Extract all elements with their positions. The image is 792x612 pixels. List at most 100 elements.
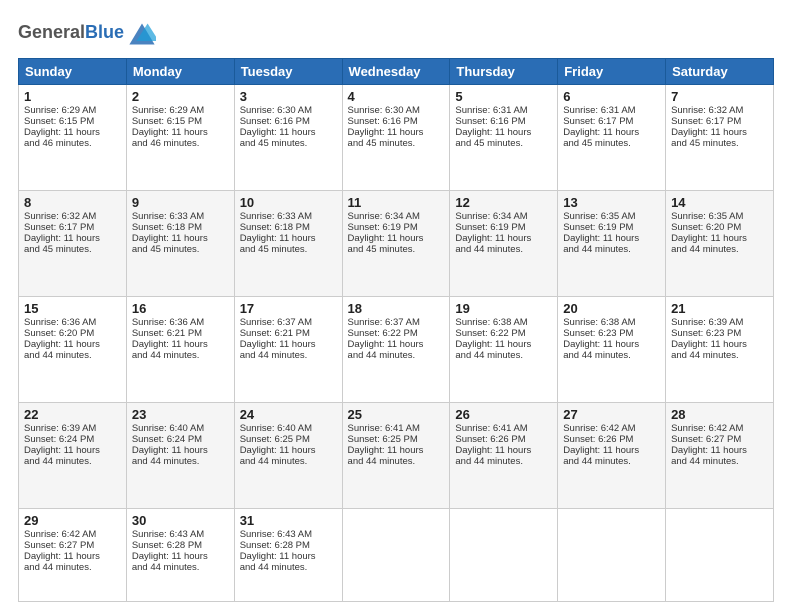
day-info-line: Sunrise: 6:39 AM [24,423,121,434]
day-info-line: Daylight: 11 hours [455,127,552,138]
day-number: 21 [671,301,768,316]
calendar-cell: 3Sunrise: 6:30 AMSunset: 6:16 PMDaylight… [234,85,342,191]
day-number: 28 [671,407,768,422]
day-info-line: and 45 minutes. [24,244,121,255]
day-info-line: and 45 minutes. [455,138,552,149]
day-info-line: Daylight: 11 hours [563,127,660,138]
day-info-line: and 44 minutes. [671,456,768,467]
day-info-line: Sunset: 6:24 PM [24,434,121,445]
day-info-line: Sunrise: 6:42 AM [671,423,768,434]
header: GeneralBlue [18,18,774,48]
day-info-line: Daylight: 11 hours [671,339,768,350]
day-info-line: Sunset: 6:18 PM [132,222,229,233]
day-info-line: Sunrise: 6:36 AM [132,317,229,328]
calendar-cell: 8Sunrise: 6:32 AMSunset: 6:17 PMDaylight… [19,190,127,296]
day-number: 2 [132,89,229,104]
day-info-line: Sunrise: 6:38 AM [563,317,660,328]
day-info-line: Sunset: 6:16 PM [348,116,445,127]
calendar-week-1: 1Sunrise: 6:29 AMSunset: 6:15 PMDaylight… [19,85,774,191]
day-info-line: Daylight: 11 hours [24,233,121,244]
day-info-line: Sunset: 6:22 PM [348,328,445,339]
calendar-cell: 17Sunrise: 6:37 AMSunset: 6:21 PMDayligh… [234,296,342,402]
day-info-line: Sunset: 6:18 PM [240,222,337,233]
day-info-line: Daylight: 11 hours [348,339,445,350]
day-info-line: and 45 minutes. [348,138,445,149]
calendar-cell: 15Sunrise: 6:36 AMSunset: 6:20 PMDayligh… [19,296,127,402]
day-info-line: and 45 minutes. [240,138,337,149]
calendar-cell: 29Sunrise: 6:42 AMSunset: 6:27 PMDayligh… [19,508,127,601]
calendar-cell: 7Sunrise: 6:32 AMSunset: 6:17 PMDaylight… [666,85,774,191]
day-number: 8 [24,195,121,210]
calendar-cell: 16Sunrise: 6:36 AMSunset: 6:21 PMDayligh… [126,296,234,402]
day-number: 19 [455,301,552,316]
day-info-line: and 44 minutes. [563,350,660,361]
calendar-week-2: 8Sunrise: 6:32 AMSunset: 6:17 PMDaylight… [19,190,774,296]
day-info-line: Daylight: 11 hours [132,339,229,350]
day-info-line: Daylight: 11 hours [132,127,229,138]
day-info-line: and 44 minutes. [563,456,660,467]
day-info-line: Sunset: 6:28 PM [240,540,337,551]
calendar-cell [558,508,666,601]
day-info-line: and 46 minutes. [132,138,229,149]
calendar-week-3: 15Sunrise: 6:36 AMSunset: 6:20 PMDayligh… [19,296,774,402]
calendar-cell: 14Sunrise: 6:35 AMSunset: 6:20 PMDayligh… [666,190,774,296]
calendar-cell: 31Sunrise: 6:43 AMSunset: 6:28 PMDayligh… [234,508,342,601]
calendar-week-5: 29Sunrise: 6:42 AMSunset: 6:27 PMDayligh… [19,508,774,601]
day-number: 7 [671,89,768,104]
calendar-cell: 27Sunrise: 6:42 AMSunset: 6:26 PMDayligh… [558,402,666,508]
day-number: 1 [24,89,121,104]
calendar-cell: 20Sunrise: 6:38 AMSunset: 6:23 PMDayligh… [558,296,666,402]
day-info-line: Daylight: 11 hours [455,233,552,244]
calendar-cell: 12Sunrise: 6:34 AMSunset: 6:19 PMDayligh… [450,190,558,296]
day-info-line: Sunset: 6:20 PM [24,328,121,339]
day-info-line: Sunset: 6:21 PM [240,328,337,339]
day-info-line: Daylight: 11 hours [455,339,552,350]
day-info-line: Sunrise: 6:32 AM [671,105,768,116]
day-header-thursday: Thursday [450,59,558,85]
day-info-line: Daylight: 11 hours [240,233,337,244]
day-info-line: Sunset: 6:21 PM [132,328,229,339]
day-info-line: Sunrise: 6:29 AM [24,105,121,116]
day-info-line: Daylight: 11 hours [348,127,445,138]
calendar-cell: 25Sunrise: 6:41 AMSunset: 6:25 PMDayligh… [342,402,450,508]
day-info-line: Sunset: 6:22 PM [455,328,552,339]
day-number: 6 [563,89,660,104]
day-info-line: Sunrise: 6:30 AM [240,105,337,116]
day-number: 9 [132,195,229,210]
calendar-cell: 11Sunrise: 6:34 AMSunset: 6:19 PMDayligh… [342,190,450,296]
day-number: 11 [348,195,445,210]
day-number: 26 [455,407,552,422]
day-header-tuesday: Tuesday [234,59,342,85]
day-info-line: and 45 minutes. [563,138,660,149]
calendar-table: SundayMondayTuesdayWednesdayThursdayFrid… [18,58,774,602]
day-info-line: Sunrise: 6:41 AM [348,423,445,434]
day-info-line: and 44 minutes. [348,456,445,467]
calendar-cell: 13Sunrise: 6:35 AMSunset: 6:19 PMDayligh… [558,190,666,296]
day-number: 27 [563,407,660,422]
day-info-line: Sunset: 6:15 PM [132,116,229,127]
day-info-line: Daylight: 11 hours [240,127,337,138]
day-info-line: Daylight: 11 hours [24,127,121,138]
calendar-cell: 22Sunrise: 6:39 AMSunset: 6:24 PMDayligh… [19,402,127,508]
day-info-line: Sunrise: 6:39 AM [671,317,768,328]
day-info-line: Sunrise: 6:36 AM [24,317,121,328]
day-number: 23 [132,407,229,422]
day-info-line: and 44 minutes. [132,456,229,467]
day-info-line: Sunrise: 6:42 AM [563,423,660,434]
day-number: 10 [240,195,337,210]
calendar-cell: 6Sunrise: 6:31 AMSunset: 6:17 PMDaylight… [558,85,666,191]
day-info-line: Daylight: 11 hours [671,233,768,244]
logo-icon [128,20,156,48]
day-info-line: Sunset: 6:27 PM [24,540,121,551]
calendar-cell: 18Sunrise: 6:37 AMSunset: 6:22 PMDayligh… [342,296,450,402]
day-info-line: Sunset: 6:19 PM [455,222,552,233]
day-number: 14 [671,195,768,210]
day-info-line: Sunset: 6:16 PM [240,116,337,127]
day-info-line: and 44 minutes. [240,350,337,361]
day-info-line: and 44 minutes. [455,244,552,255]
day-info-line: and 44 minutes. [132,562,229,573]
calendar-cell [450,508,558,601]
day-info-line: Daylight: 11 hours [132,551,229,562]
day-info-line: Daylight: 11 hours [671,127,768,138]
day-info-line: Daylight: 11 hours [240,445,337,456]
